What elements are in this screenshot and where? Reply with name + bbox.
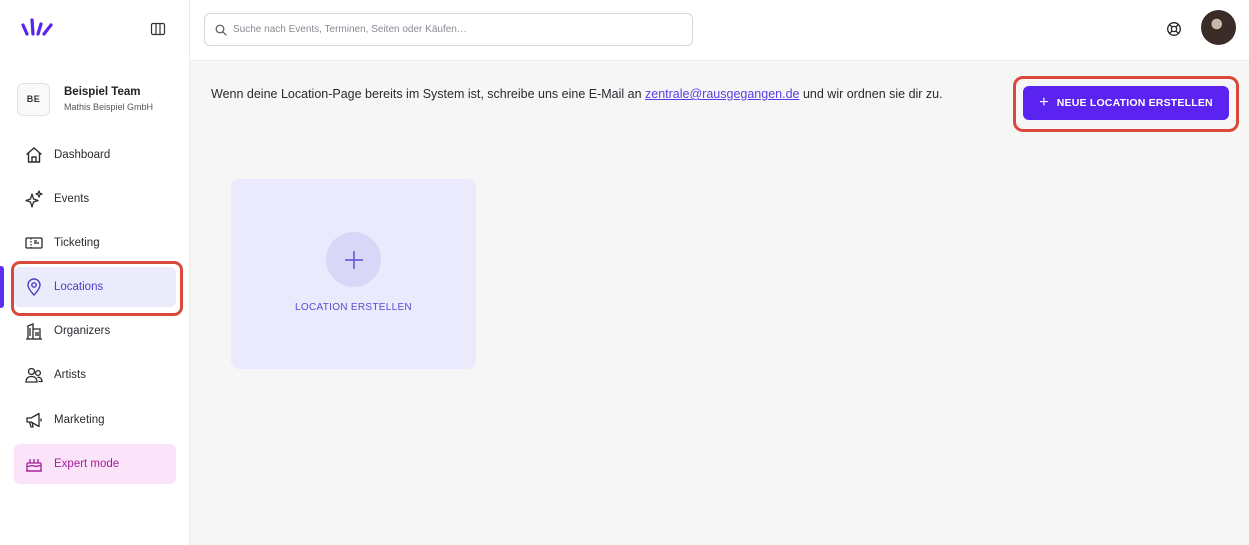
users-icon [24, 365, 44, 385]
plus-icon [344, 250, 363, 269]
sidebar-toggle-icon[interactable] [150, 21, 166, 37]
plus-icon: + [1039, 94, 1049, 111]
search-input[interactable] [233, 24, 673, 35]
new-location-button[interactable]: + NEUE LOCATION ERSTELLEN [1023, 86, 1229, 120]
team-name: Beispiel Team [64, 86, 141, 98]
sidebar-item-locations[interactable]: Locations [14, 267, 176, 307]
info-text: Wenn deine Location-Page bereits im Syst… [211, 84, 1006, 104]
sidebar-item-label: Events [54, 193, 90, 205]
map-pin-icon [24, 277, 44, 297]
help-lifebuoy-icon[interactable] [1166, 21, 1182, 37]
sidebar-item-label: Dashboard [54, 149, 111, 161]
sidebar-item-dashboard[interactable]: Dashboard [14, 135, 176, 175]
sidebar-item-events[interactable]: Events [14, 179, 176, 219]
sidebar-item-ticketing[interactable]: Ticketing [14, 223, 176, 263]
sidebar-item-expert-mode[interactable]: Expert mode [14, 444, 176, 484]
sidebar-item-label: Locations [54, 281, 104, 293]
add-circle [326, 232, 381, 287]
team-switcher[interactable]: BE Beispiel Team Mathis Beispiel GmbH [17, 81, 177, 117]
building-icon [24, 321, 44, 341]
sidebar-item-label: Artists [54, 369, 86, 381]
sidebar-item-artists[interactable]: Artists [14, 355, 176, 395]
info-text-before: Wenn deine Location-Page bereits im Syst… [211, 87, 646, 101]
sidebar-item-label: Expert mode [54, 458, 120, 470]
sidebar-item-label: Ticketing [54, 237, 100, 249]
search-icon [215, 24, 227, 36]
search-box[interactable] [204, 13, 693, 46]
active-indicator [0, 266, 4, 308]
new-location-button-label: NEUE LOCATION ERSTELLEN [1056, 97, 1213, 109]
topbar [190, 0, 1249, 61]
create-location-card[interactable]: LOCATION ERSTELLEN [231, 179, 476, 369]
sidebar: BE Beispiel Team Mathis Beispiel GmbH Da… [0, 0, 190, 545]
sparkle-icon [24, 189, 44, 209]
sidebar-item-organizers[interactable]: Organizers [14, 311, 176, 351]
team-avatar: BE [17, 82, 50, 116]
team-company: Mathis Beispiel GmbH [64, 102, 154, 112]
create-location-label: LOCATION ERSTELLEN [295, 302, 412, 313]
sidebar-item-label: Marketing [54, 414, 105, 426]
support-email-link[interactable]: zentrale@rausgegangen.de [645, 87, 799, 101]
info-text-after: und wir ordnen sie dir zu. [799, 87, 943, 101]
sidebar-item-label: Organizers [54, 325, 111, 337]
megaphone-icon [24, 410, 44, 430]
brand-logo-icon[interactable] [20, 17, 56, 39]
sidebar-item-marketing[interactable]: Marketing [14, 400, 176, 440]
ticket-icon [24, 233, 44, 253]
user-avatar[interactable] [1201, 10, 1236, 45]
home-icon [24, 145, 44, 165]
cake-icon [24, 454, 44, 474]
